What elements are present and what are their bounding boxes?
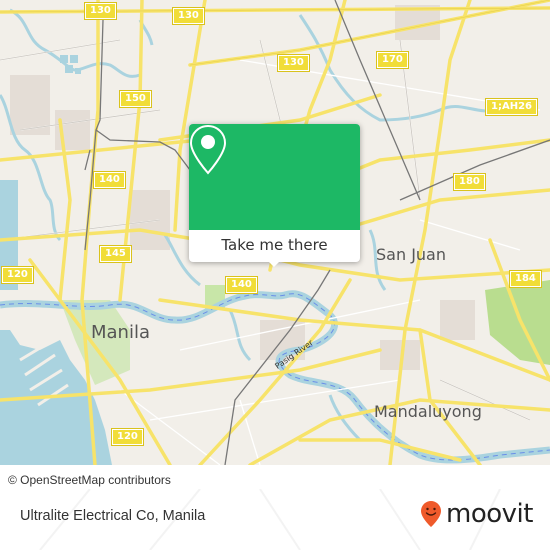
route-shield: 170 <box>376 51 409 69</box>
take-me-there-button[interactable]: Take me there <box>189 230 360 262</box>
moovit-logo[interactable]: moovit <box>420 500 533 528</box>
route-shield: 130 <box>84 2 117 20</box>
route-shield: 130 <box>172 7 205 25</box>
route-shield: 180 <box>453 173 486 191</box>
route-shield: 120 <box>111 428 144 446</box>
place-label-mandaluyong: Mandaluyong <box>374 402 482 421</box>
route-shield: 150 <box>119 90 152 108</box>
route-shield: 1;AH26 <box>485 98 538 116</box>
route-shield: 130 <box>277 54 310 72</box>
route-shield: 120 <box>1 266 34 284</box>
location-popup: Take me there <box>189 124 360 267</box>
popup-pointer <box>267 260 281 267</box>
route-shield: 140 <box>93 171 126 189</box>
place-label-san-juan: San Juan <box>376 245 446 264</box>
place-title: Ultralite Electrical Co, Manila <box>20 508 206 524</box>
ponds <box>60 55 81 74</box>
park-wack-wack <box>485 280 550 365</box>
popup-header <box>189 124 360 230</box>
route-shield: 140 <box>225 276 258 294</box>
moovit-smiley-pin-icon <box>421 501 441 527</box>
map-attribution[interactable]: © OpenStreetMap contributors <box>0 469 179 491</box>
route-shield: 145 <box>99 245 132 263</box>
place-label-manila: Manila <box>91 322 151 343</box>
map-pin-icon <box>189 124 227 175</box>
moovit-wordmark: moovit <box>446 499 533 529</box>
route-shield: 184 <box>509 270 542 288</box>
map-view[interactable]: 130 130 130 170 150 1;AH26 140 180 120 1… <box>0 0 550 465</box>
